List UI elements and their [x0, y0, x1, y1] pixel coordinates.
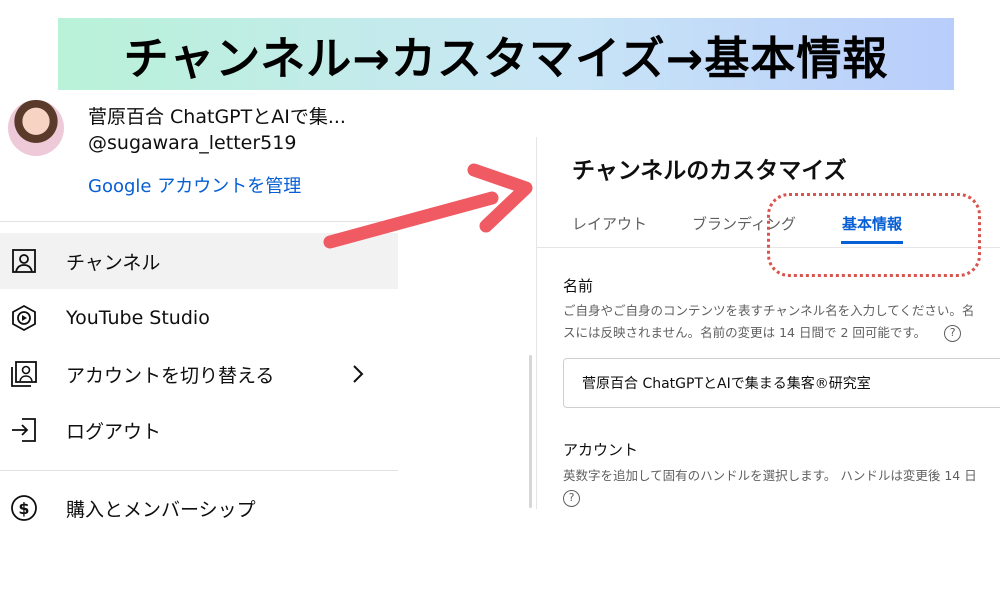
manage-google-account-link[interactable]: Google アカウントを管理	[88, 172, 301, 198]
name-section-description: ご自身やご自身のコンテンツを表すチャンネル名を入力してください。名 スには反映さ…	[563, 300, 1000, 344]
menu-item-label: ログアウト	[66, 420, 162, 443]
menu-item-youtube-studio[interactable]: YouTube Studio	[0, 290, 398, 346]
svg-text:$: $	[18, 499, 29, 518]
name-desc-line: ご自身やご自身のコンテンツを表すチャンネル名を入力してください。名	[563, 303, 975, 318]
account-handle: @sugawara_letter519	[88, 132, 297, 154]
menu-item-switch-account[interactable]: アカウントを切り替える	[0, 346, 398, 402]
highlight-circle	[767, 193, 981, 277]
account-desc-line: ?	[563, 487, 1000, 509]
menu-item-label: 購入とメンバーシップ	[66, 498, 256, 521]
account-desc-line: 英数字を追加して固有のハンドルを選択します。 ハンドルは変更後 14 日	[563, 468, 977, 483]
chevron-right-icon	[350, 363, 366, 385]
switch-account-icon	[10, 360, 38, 388]
scrollbar[interactable]	[529, 355, 532, 508]
avatar[interactable]	[8, 100, 64, 156]
account-section-title: アカウント	[563, 441, 639, 459]
name-desc-line: スには反映されません。名前の変更は 14 日間で 2 回可能です。 ?	[563, 322, 1000, 344]
name-desc-text: スには反映されません。名前の変更は 14 日間で 2 回可能です。	[563, 325, 927, 340]
title-banner: チャンネル→カスタマイズ→基本情報	[58, 18, 954, 90]
sign-out-icon	[10, 416, 38, 444]
account-name: 菅原百合 ChatGPTとAIで集...	[88, 106, 346, 128]
menu-item-purchases[interactable]: $ 購入とメンバーシップ	[0, 480, 398, 522]
banner-title: チャンネル→カスタマイズ→基本情報	[123, 31, 889, 85]
help-icon[interactable]: ?	[563, 490, 580, 507]
studio-icon	[10, 304, 38, 332]
menu-item-label: アカウントを切り替える	[66, 364, 275, 387]
account-section-description: 英数字を追加して固有のハンドルを選択します。 ハンドルは変更後 14 日 ?	[563, 465, 1000, 509]
channel-name-field[interactable]: 菅原百合 ChatGPTとAIで集まる集客®研究室	[563, 358, 1000, 408]
person-box-icon	[10, 247, 38, 275]
dollar-icon: $	[10, 494, 38, 522]
annotation-arrow-icon	[323, 163, 533, 249]
page-title: チャンネルのカスタマイズ	[572, 158, 847, 184]
menu-divider	[0, 470, 398, 471]
name-section-title: 名前	[563, 277, 594, 295]
menu-item-label: チャンネル	[66, 251, 161, 274]
menu-item-label: YouTube Studio	[66, 307, 210, 329]
help-icon[interactable]: ?	[944, 325, 962, 342]
menu-item-sign-out[interactable]: ログアウト	[0, 402, 398, 458]
tab-layout[interactable]: レイアウト	[572, 213, 647, 234]
